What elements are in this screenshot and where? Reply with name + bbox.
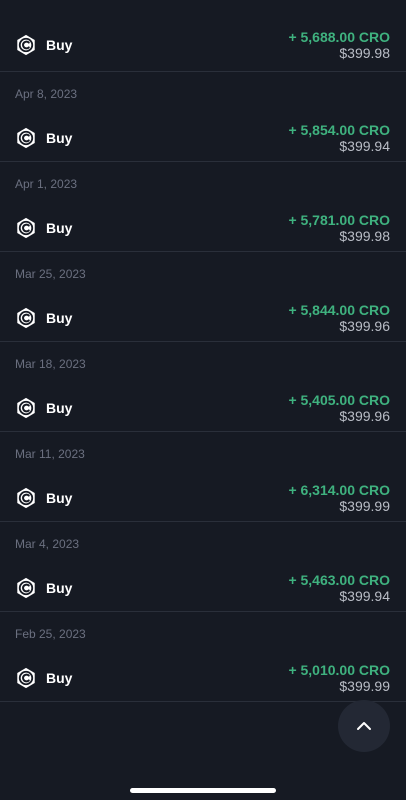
cronos-coin-icon bbox=[17, 127, 35, 149]
crypto-amount: + 5,010.00 CRO bbox=[288, 662, 390, 678]
transaction-type: Buy bbox=[46, 400, 73, 416]
transaction-row[interactable]: Buy + 5,405.00 CRO $399.96 bbox=[0, 385, 406, 431]
transaction-left: Buy bbox=[15, 487, 72, 509]
crypto-amount: + 6,314.00 CRO bbox=[288, 482, 390, 498]
date-group: Feb 25, 2023 Buy + 5,010.00 CRO $399.99 bbox=[0, 611, 406, 702]
scroll-to-top-button[interactable] bbox=[338, 700, 390, 752]
cronos-coin-icon bbox=[17, 34, 35, 55]
date-header: Mar 11, 2023 bbox=[0, 431, 406, 475]
fiat-amount: $399.94 bbox=[339, 138, 390, 154]
fiat-amount: $399.98 bbox=[339, 44, 390, 61]
transaction-values: + 6,314.00 CRO $399.99 bbox=[288, 482, 390, 514]
transaction-type: Buy bbox=[46, 670, 73, 686]
cronos-coin-icon bbox=[17, 667, 35, 689]
fiat-amount: $399.98 bbox=[339, 228, 390, 244]
crypto-amount: + 5,405.00 CRO bbox=[288, 392, 390, 408]
transaction-row[interactable]: Buy + 5,854.00 CRO $399.94 bbox=[0, 115, 406, 161]
date-header: Mar 25, 2023 bbox=[0, 251, 406, 295]
transaction-values: + 5,854.00 CRO $399.94 bbox=[288, 122, 390, 154]
home-indicator[interactable] bbox=[130, 788, 276, 793]
transaction-left: Buy bbox=[15, 217, 72, 239]
transaction-values: + 5,781.00 CRO $399.98 bbox=[288, 212, 390, 244]
date-group: Apr 8, 2023 Buy + 5,854.00 CRO $399.94 bbox=[0, 71, 406, 161]
cronos-coin-icon bbox=[17, 487, 35, 509]
transaction-left: Buy bbox=[15, 307, 72, 329]
transaction-values: + 5,463.00 CRO $399.94 bbox=[288, 572, 390, 604]
transaction-type: Buy bbox=[46, 220, 73, 236]
date-header: Mar 4, 2023 bbox=[0, 521, 406, 565]
cronos-coin-icon bbox=[17, 307, 35, 329]
transaction-type: Buy bbox=[46, 130, 73, 146]
date-header: Mar 18, 2023 bbox=[0, 341, 406, 385]
date-group: Mar 11, 2023 Buy + 6,314.00 CRO $399.99 bbox=[0, 431, 406, 521]
date-header: Apr 8, 2023 bbox=[0, 71, 406, 115]
cronos-coin-icon bbox=[17, 217, 35, 239]
transaction-values: + 5,405.00 CRO $399.96 bbox=[288, 392, 390, 424]
cronos-coin-icon bbox=[17, 577, 35, 599]
date-group: Mar 18, 2023 Buy + 5,405.00 CRO $399.96 bbox=[0, 341, 406, 431]
transaction-type: Buy bbox=[46, 490, 73, 506]
crypto-amount: + 5,463.00 CRO bbox=[288, 572, 390, 588]
fiat-amount: $399.99 bbox=[339, 498, 390, 514]
fiat-amount: $399.96 bbox=[339, 318, 390, 334]
transaction-left: Buy bbox=[15, 667, 72, 689]
transaction-values: + 5,010.00 CRO $399.99 bbox=[288, 662, 390, 694]
transaction-left: Buy bbox=[15, 397, 72, 419]
date-group: Apr 1, 2023 Buy + 5,781.00 CRO $399.98 bbox=[0, 161, 406, 251]
transaction-type: Buy bbox=[46, 310, 73, 326]
date-header: Feb 25, 2023 bbox=[0, 611, 406, 655]
crypto-amount: + 5,781.00 CRO bbox=[288, 212, 390, 228]
date-group: Mar 25, 2023 Buy + 5,844.00 CRO $399.96 bbox=[0, 251, 406, 341]
fiat-amount: $399.99 bbox=[339, 678, 390, 694]
fiat-amount: $399.94 bbox=[339, 588, 390, 604]
transaction-left: Buy bbox=[15, 34, 72, 56]
transaction-row[interactable]: Buy + 6,314.00 CRO $399.99 bbox=[0, 475, 406, 521]
date-group: Mar 4, 2023 Buy + 5,463.00 CRO $399.94 bbox=[0, 521, 406, 611]
fiat-amount: $399.96 bbox=[339, 408, 390, 424]
crypto-amount: + 5,854.00 CRO bbox=[288, 122, 390, 138]
transaction-row[interactable]: Buy + 5,463.00 CRO $399.94 bbox=[0, 565, 406, 611]
transaction-row[interactable]: Buy + 5,010.00 CRO $399.99 bbox=[0, 655, 406, 701]
transaction-values: + 5,844.00 CRO $399.96 bbox=[288, 302, 390, 334]
cronos-coin-icon bbox=[17, 397, 35, 419]
transaction-row[interactable]: Buy + 5,688.00 CRO $399.98 bbox=[0, 0, 406, 71]
transaction-row[interactable]: Buy + 5,781.00 CRO $399.98 bbox=[0, 205, 406, 251]
transaction-values: + 5,688.00 CRO $399.98 bbox=[288, 29, 390, 61]
transaction-type: Buy bbox=[46, 36, 73, 53]
transaction-type: Buy bbox=[46, 580, 73, 596]
crypto-amount: + 5,688.00 CRO bbox=[288, 28, 390, 45]
transaction-row[interactable]: Buy + 5,844.00 CRO $399.96 bbox=[0, 295, 406, 341]
transaction-left: Buy bbox=[15, 577, 72, 599]
crypto-amount: + 5,844.00 CRO bbox=[288, 302, 390, 318]
transaction-left: Buy bbox=[15, 127, 72, 149]
transaction-history-screen: Buy + 5,688.00 CRO $399.98 Apr 8, 2023 B… bbox=[0, 0, 406, 800]
chevron-up-icon bbox=[357, 722, 371, 730]
date-header: Apr 1, 2023 bbox=[0, 161, 406, 205]
